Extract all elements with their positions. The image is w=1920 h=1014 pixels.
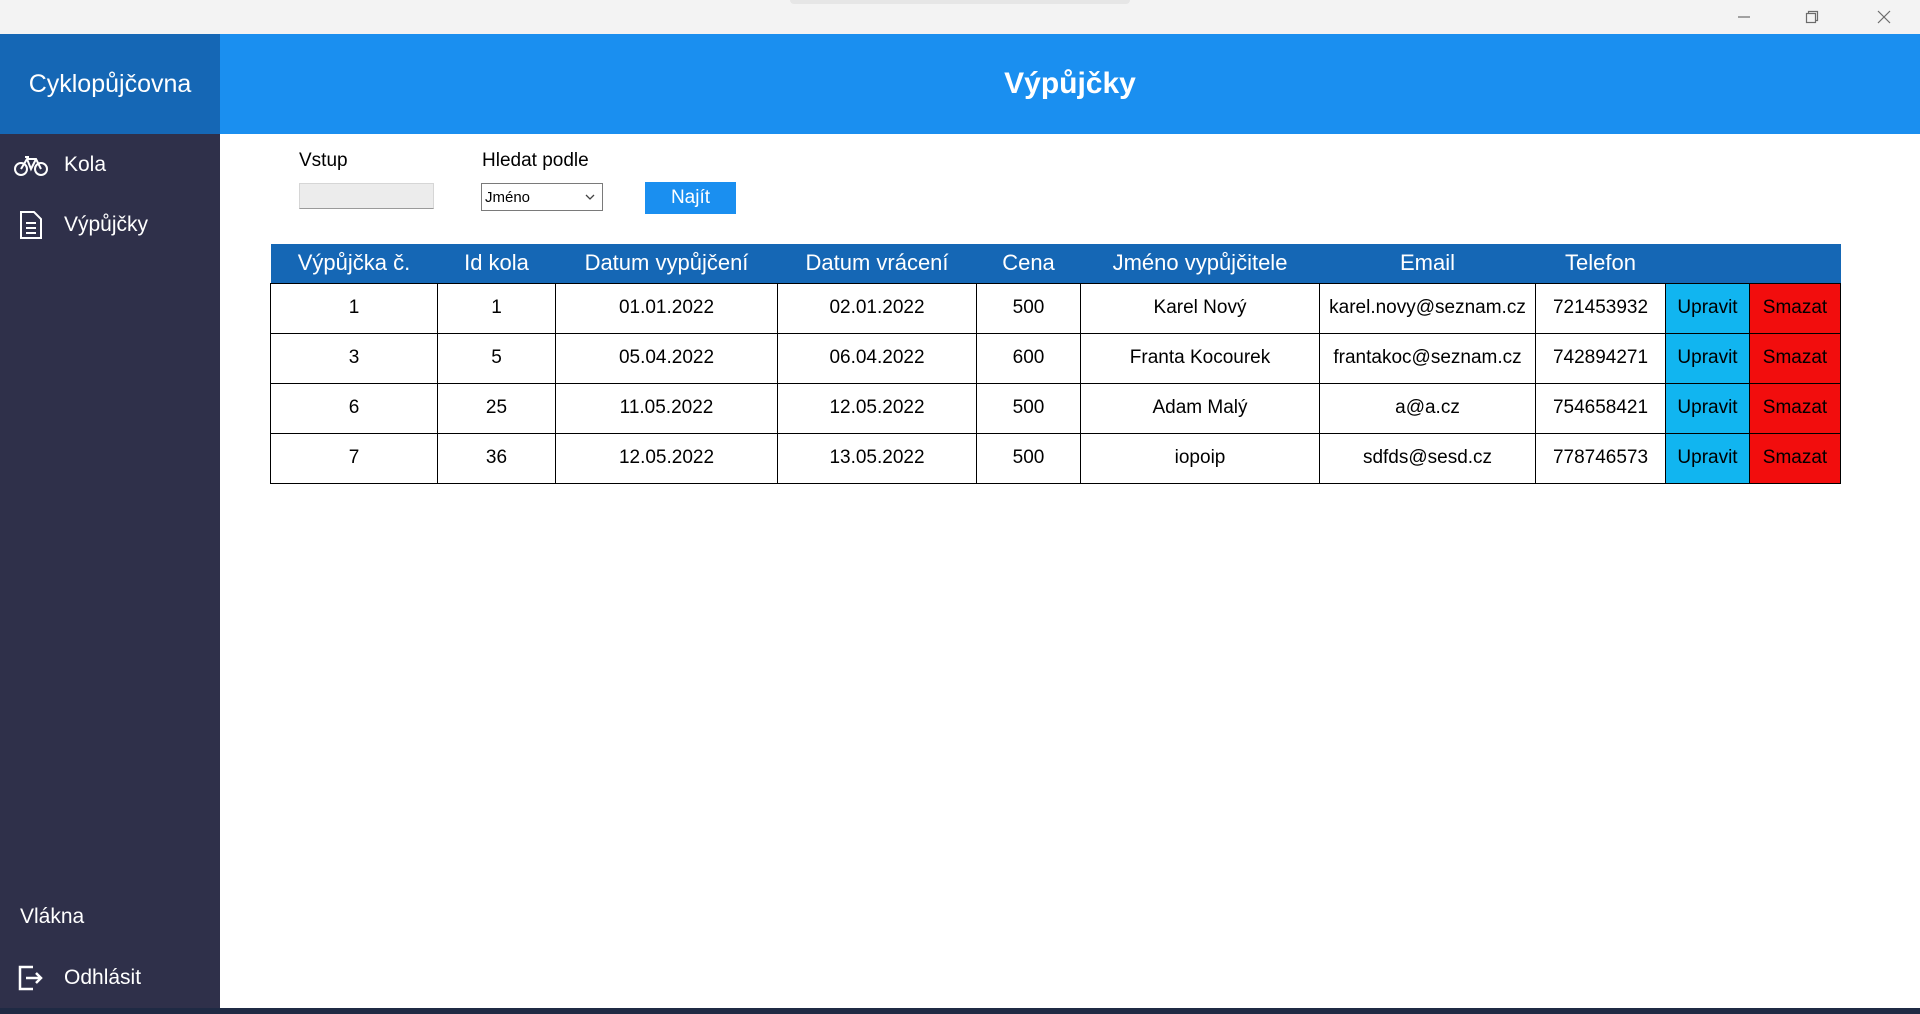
column-header: Datum vrácení (777, 244, 977, 283)
email-cell: a@a.cz (1319, 382, 1536, 434)
email-cell: frantakoc@seznam.cz (1319, 332, 1536, 384)
logout-button[interactable]: Odhlásit (0, 953, 220, 1003)
borrower-name-cell: Adam Malý (1080, 382, 1320, 434)
logout-label: Odhlásit (64, 966, 142, 989)
table-row: 1 1 01.01.2022 02.01.2022 500 Karel Nový… (270, 282, 1841, 334)
column-header: Email (1319, 244, 1536, 283)
table-row: 3 5 05.04.2022 06.04.2022 600 Franta Koc… (270, 332, 1841, 384)
return-date-cell: 12.05.2022 (777, 382, 977, 434)
column-header: Telefon (1535, 244, 1666, 283)
loan-date-cell: 01.01.2022 (555, 282, 778, 334)
return-date-cell: 06.04.2022 (777, 332, 977, 384)
bike-id-cell: 36 (437, 432, 556, 484)
sidebar-item-vypujcky[interactable]: Výpůjčky (0, 200, 220, 250)
price-cell: 500 (976, 432, 1081, 484)
email-cell: sdfds@sesd.cz (1319, 432, 1536, 484)
document-icon (14, 208, 48, 242)
brand-title: Cyklopůjčovna (0, 34, 220, 134)
phone-cell: 778746573 (1535, 432, 1666, 484)
bike-id-cell: 25 (437, 382, 556, 434)
loan-date-cell: 05.04.2022 (555, 332, 778, 384)
loan-date-cell: 12.05.2022 (555, 432, 778, 484)
price-cell: 600 (976, 332, 1081, 384)
bike-id-cell: 1 (437, 282, 556, 334)
column-header: Výpůjčka č. (270, 244, 438, 283)
borrower-name-cell: iopoip (1080, 432, 1320, 484)
borrower-name-cell: Karel Nový (1080, 282, 1320, 334)
bike-id-cell: 5 (437, 332, 556, 384)
delete-button[interactable]: Smazat (1749, 382, 1841, 434)
table-row: 7 36 12.05.2022 13.05.2022 500 iopoip sd… (270, 432, 1841, 484)
phone-cell: 754658421 (1535, 382, 1666, 434)
loan-date-cell: 11.05.2022 (555, 382, 778, 434)
input-label: Vstup (299, 150, 348, 171)
borrower-name-cell: Franta Kocourek (1080, 332, 1320, 384)
find-button[interactable]: Najít (645, 182, 736, 214)
sidebar-item-kola[interactable]: Kola (0, 140, 220, 190)
loan-id-cell: 7 (270, 432, 438, 484)
bicycle-icon (14, 148, 48, 182)
close-button[interactable] (1850, 0, 1918, 34)
return-date-cell: 02.01.2022 (777, 282, 977, 334)
loans-table: Výpůjčka č. Id kola Datum vypůjčení Datu… (270, 244, 1841, 484)
table-header-row: Výpůjčka č. Id kola Datum vypůjčení Datu… (270, 244, 1841, 283)
restore-button[interactable] (1778, 0, 1846, 34)
delete-button[interactable]: Smazat (1749, 432, 1841, 484)
chevron-down-icon (585, 194, 595, 200)
column-header: Cena (976, 244, 1081, 283)
titlebar-grip (790, 0, 1130, 4)
page-title: Výpůjčky (220, 34, 1920, 134)
return-date-cell: 13.05.2022 (777, 432, 977, 484)
loan-id-cell: 6 (270, 382, 438, 434)
search-by-value: Jméno (485, 188, 531, 206)
sidebar-item-label: Kola (64, 153, 107, 176)
edit-button[interactable]: Upravit (1665, 282, 1750, 334)
window-titlebar (0, 0, 1920, 34)
logout-icon (14, 961, 48, 995)
loan-id-cell: 1 (270, 282, 438, 334)
column-header: Datum vypůjčení (555, 244, 778, 283)
search-by-select[interactable]: Jméno (481, 183, 603, 211)
phone-cell: 721453932 (1535, 282, 1666, 334)
threads-label: Vlákna (20, 905, 85, 928)
close-icon (1877, 10, 1891, 24)
search-by-label: Hledat podle (482, 150, 589, 171)
email-cell: karel.novy@seznam.cz (1319, 282, 1536, 334)
sidebar-item-label: Výpůjčky (64, 213, 149, 236)
edit-button[interactable]: Upravit (1665, 332, 1750, 384)
table-row: 6 25 11.05.2022 12.05.2022 500 Adam Malý… (270, 382, 1841, 434)
search-input[interactable] (299, 183, 434, 209)
column-header: Jméno vypůjčitele (1080, 244, 1320, 283)
price-cell: 500 (976, 282, 1081, 334)
price-cell: 500 (976, 382, 1081, 434)
delete-button[interactable]: Smazat (1749, 282, 1841, 334)
column-header (1665, 244, 1750, 283)
loan-id-cell: 3 (270, 332, 438, 384)
minimize-button[interactable] (1710, 0, 1778, 34)
phone-cell: 742894271 (1535, 332, 1666, 384)
delete-button[interactable]: Smazat (1749, 332, 1841, 384)
edit-button[interactable]: Upravit (1665, 432, 1750, 484)
edit-button[interactable]: Upravit (1665, 382, 1750, 434)
column-header: Id kola (437, 244, 556, 283)
minimize-icon (1738, 16, 1750, 18)
column-header (1749, 244, 1841, 283)
taskbar-strip (0, 1008, 1920, 1014)
restore-icon (1805, 10, 1819, 24)
